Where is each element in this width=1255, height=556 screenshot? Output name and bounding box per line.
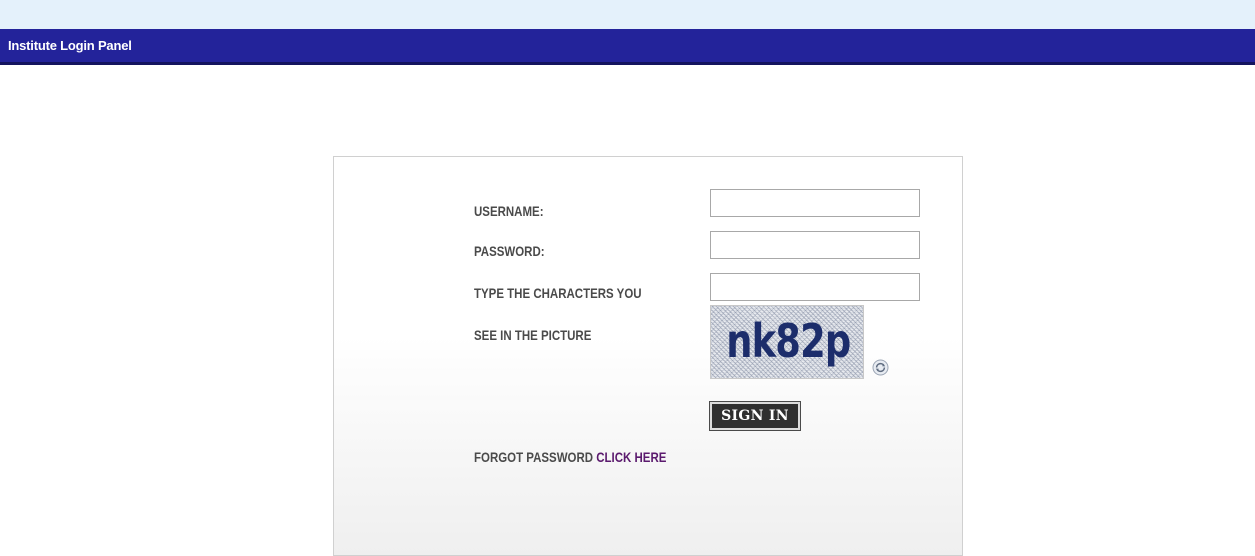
forgot-password-text: FORGOT PASSWORD [474,449,597,465]
password-input[interactable] [710,231,920,259]
captcha-input[interactable] [710,273,920,301]
captcha-label-line1: TYPE THE CHARACTERS YOU [474,285,642,301]
login-panel: USERNAME: PASSWORD: TYPE THE CHARACTERS … [333,156,963,556]
password-label: PASSWORD: [474,243,545,259]
header-bar: Institute Login Panel [0,29,1255,65]
forgot-password-link[interactable]: CLICK HERE [596,449,666,465]
forgot-password-row: FORGOT PASSWORD CLICK HERE [474,449,666,465]
username-input[interactable] [710,189,920,217]
username-label: USERNAME: [474,203,544,219]
captcha-image: nk82p [710,305,864,379]
top-strip [0,0,1255,29]
page-title: Institute Login Panel [8,38,132,53]
captcha-text: nk82p [726,314,851,368]
sign-in-button[interactable]: SIGN IN [709,401,801,431]
captcha-label-line2: SEE IN THE PICTURE [474,327,592,343]
refresh-icon[interactable] [872,359,889,376]
